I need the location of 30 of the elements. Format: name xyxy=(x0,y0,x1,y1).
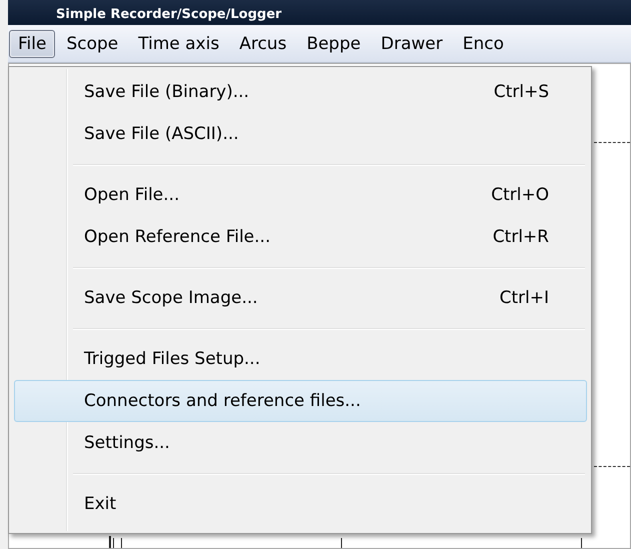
menu-item-label: Open File... xyxy=(84,185,180,205)
menu-item[interactable]: Save Scope Image... Ctrl+I xyxy=(14,277,587,319)
menu-item[interactable]: Save File (Binary)... Ctrl+S xyxy=(14,71,587,113)
shortcut-label: Ctrl+I xyxy=(499,288,549,308)
window-title: Simple Recorder/Scope/Logger xyxy=(56,7,282,24)
menu-item[interactable]: Open File... Ctrl+O xyxy=(14,174,587,216)
menu-item-label: Save File (Binary)... xyxy=(84,82,250,102)
menu-item-label: Connectors and reference files... xyxy=(84,391,361,411)
menu-bar-item[interactable]: Beppe xyxy=(298,30,370,58)
menu-item-label: Open Reference File... xyxy=(84,227,270,247)
menu-bar-item[interactable]: Enco xyxy=(454,30,513,58)
shortcut-label: Ctrl+R xyxy=(492,227,549,247)
menu-bar-item[interactable]: Time axis xyxy=(129,30,228,58)
menu-item[interactable]: Connectors and reference files... xyxy=(14,380,587,422)
shortcut-label: Ctrl+S xyxy=(494,82,549,102)
menu-item-label: Save File (ASCII)... xyxy=(84,124,239,144)
menu-bar-item[interactable]: Drawer xyxy=(372,30,452,58)
menu-item[interactable]: Trigged Files Setup... xyxy=(14,338,587,380)
menu-bar-item[interactable]: File xyxy=(9,30,56,58)
menu-bar-item[interactable]: Scope xyxy=(57,30,128,58)
menu-item[interactable]: Save File (ASCII)... xyxy=(14,113,587,155)
shortcut-label: Ctrl+O xyxy=(491,185,549,205)
menu-item-label: Settings... xyxy=(84,433,170,453)
menu-item[interactable]: Settings... xyxy=(14,422,587,464)
menu-item[interactable]: Open Reference File... Ctrl+R xyxy=(14,216,587,258)
menu-item-label: Save Scope Image... xyxy=(84,288,258,308)
menu-item-label: Exit xyxy=(84,494,116,514)
menu-item[interactable]: Exit xyxy=(14,483,587,525)
menu-bar-item[interactable]: Arcus xyxy=(230,30,296,58)
menu-item-label: Trigged Files Setup... xyxy=(84,349,260,369)
